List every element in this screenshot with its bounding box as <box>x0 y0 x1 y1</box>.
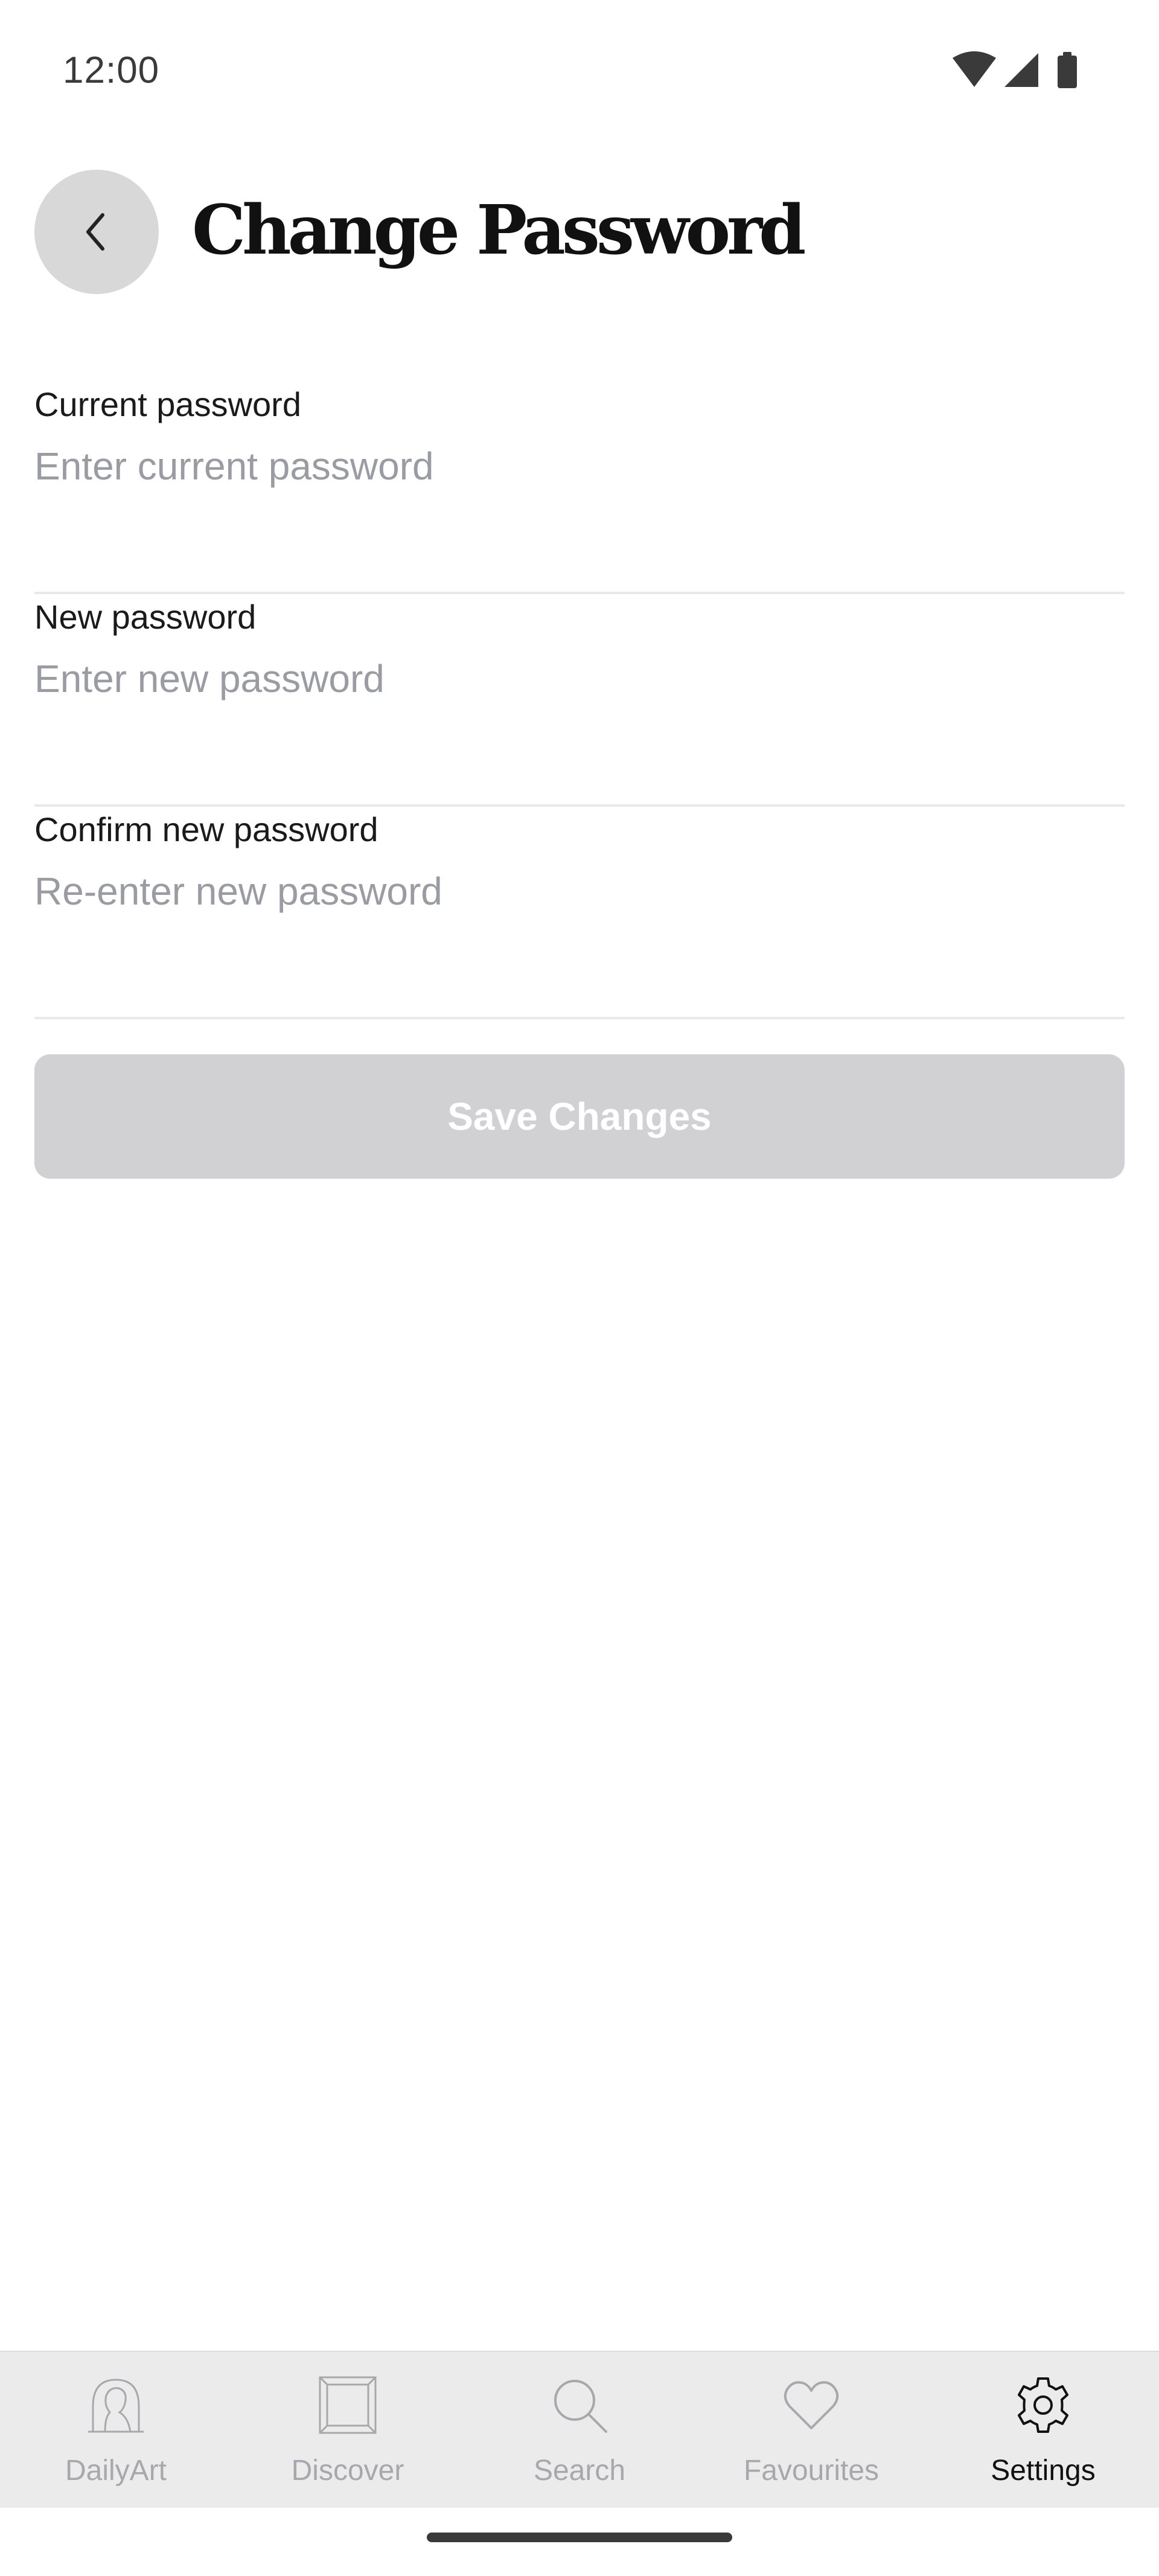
back-button[interactable] <box>34 170 159 294</box>
confirm-password-input[interactable] <box>34 861 1125 921</box>
nav-label: Search <box>533 2455 626 2487</box>
nav-item-discover[interactable]: Discover <box>232 2352 464 2508</box>
nav-item-settings[interactable]: Settings <box>927 2352 1159 2508</box>
battery-icon <box>1058 52 1077 88</box>
nav-item-dailyart[interactable]: DailyArt <box>0 2352 232 2508</box>
nav-label: Discover <box>291 2455 404 2487</box>
cellular-signal-icon <box>1004 53 1038 87</box>
confirm-password-field: Confirm new password <box>34 807 1125 1019</box>
status-icons <box>951 50 1090 92</box>
frame-icon <box>318 2375 378 2435</box>
status-bar: 12:00 <box>0 0 1159 142</box>
wifi-icon <box>953 51 996 87</box>
current-password-field: Current password <box>34 382 1125 594</box>
portrait-icon <box>86 2375 146 2435</box>
nav-item-favourites[interactable]: Favourites <box>695 2352 927 2508</box>
nav-label: Favourites <box>743 2455 880 2487</box>
new-password-input[interactable] <box>34 649 1125 709</box>
current-password-label: Current password <box>34 385 301 423</box>
chevron-left-icon <box>86 213 104 251</box>
confirm-password-label: Confirm new password <box>34 810 378 848</box>
home-indicator[interactable] <box>427 2533 732 2542</box>
heart-icon <box>781 2375 841 2435</box>
divider <box>34 1017 1125 1019</box>
search-icon <box>549 2375 610 2435</box>
new-password-field: New password <box>34 594 1125 807</box>
bottom-nav: DailyArt Discover Search Favourites Sett… <box>0 2351 1159 2508</box>
page-title: Change Password <box>192 191 806 270</box>
current-password-input[interactable] <box>34 436 1125 496</box>
nav-label: Settings <box>991 2455 1096 2487</box>
new-password-label: New password <box>34 598 257 636</box>
status-time: 12:00 <box>63 50 160 91</box>
nav-item-search[interactable]: Search <box>464 2352 695 2508</box>
nav-label: DailyArt <box>65 2455 167 2487</box>
gear-icon <box>1013 2375 1073 2435</box>
save-changes-button[interactable]: Save Changes <box>34 1054 1125 1179</box>
